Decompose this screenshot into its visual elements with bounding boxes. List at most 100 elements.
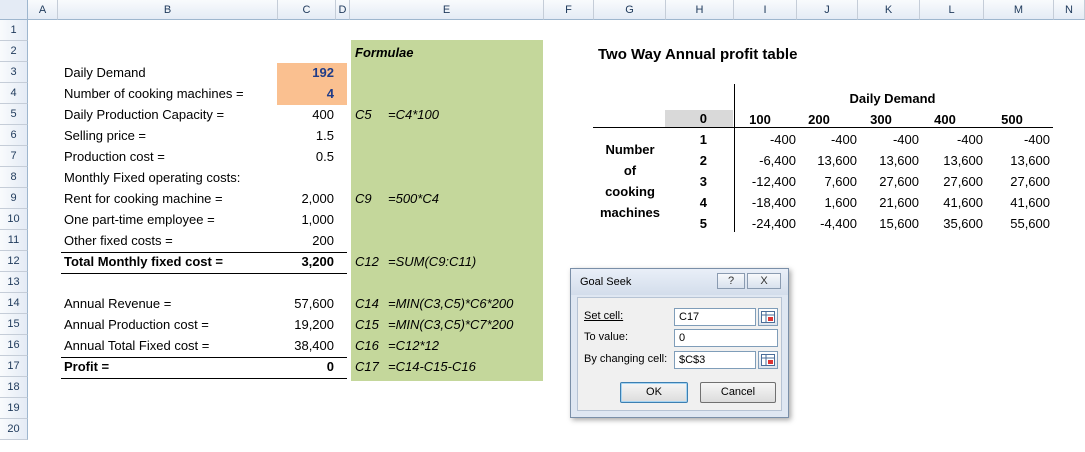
model-value[interactable]: 57,600	[278, 293, 334, 314]
row-header[interactable]: 16	[0, 335, 28, 356]
profit-cell[interactable]: 13,600	[990, 150, 1050, 171]
row-header[interactable]: 18	[0, 377, 28, 398]
column-header[interactable]: K	[858, 0, 920, 20]
row-header[interactable]: 17	[0, 356, 28, 377]
model-value[interactable]: 192	[278, 62, 334, 83]
help-button[interactable]: ?	[717, 273, 745, 289]
profit-cell[interactable]: -6,400	[736, 150, 796, 171]
row-header[interactable]: 2	[0, 41, 28, 62]
model-value[interactable]: 200	[278, 230, 334, 251]
model-value[interactable]: 400	[278, 104, 334, 125]
spreadsheet: ABCDEFGHIJKLMNO 123456789101112131415161…	[0, 0, 1085, 452]
model-value[interactable]: 19,200	[278, 314, 334, 335]
row-header[interactable]: 5	[0, 104, 28, 125]
profit-cell[interactable]: 21,600	[859, 192, 919, 213]
profit-cell[interactable]: 35,600	[923, 213, 983, 234]
dialog-titlebar[interactable]: Goal Seek ? X	[571, 269, 788, 295]
row-header[interactable]: 13	[0, 272, 28, 293]
column-header[interactable]: A	[28, 0, 58, 20]
row-header[interactable]: 7	[0, 146, 28, 167]
column-header[interactable]: D	[336, 0, 350, 20]
row-header[interactable]: 15	[0, 314, 28, 335]
profit-cell[interactable]: -400	[859, 129, 919, 150]
profit-cell[interactable]: 41,600	[990, 192, 1050, 213]
column-header[interactable]: L	[920, 0, 984, 20]
row-header[interactable]: 14	[0, 293, 28, 314]
profit-cell[interactable]: -4,400	[797, 213, 857, 234]
formula-text: =SUM(C9:C11)	[388, 254, 477, 269]
model-value[interactable]: 2,000	[278, 188, 334, 209]
column-header[interactable]: G	[594, 0, 666, 20]
model-value[interactable]: 4	[278, 83, 334, 104]
model-value[interactable]	[278, 167, 334, 188]
profit-cell[interactable]: 7,600	[797, 171, 857, 192]
model-value[interactable]: 0.5	[278, 146, 334, 167]
profit-cell[interactable]: -400	[990, 129, 1050, 150]
profit-cell[interactable]: 41,600	[923, 192, 983, 213]
model-label: Selling price =	[64, 128, 147, 143]
profit-cell[interactable]: 13,600	[859, 150, 919, 171]
formula-ref: C17	[355, 359, 379, 374]
model-label: Monthly Fixed operating costs:	[64, 170, 241, 185]
row-header[interactable]: 9	[0, 188, 28, 209]
ok-button[interactable]: OK	[620, 382, 688, 403]
column-header[interactable]: I	[734, 0, 797, 20]
formula-text: =MIN(C3,C5)*C7*200	[388, 317, 514, 332]
model-value[interactable]: 38,400	[278, 335, 334, 356]
model-label: Other fixed costs =	[64, 233, 173, 248]
profit-cell[interactable]: -24,400	[736, 213, 796, 234]
profit-cell[interactable]: 27,600	[990, 171, 1050, 192]
profit-cell[interactable]: -18,400	[736, 192, 796, 213]
dialog-title: Goal Seek	[580, 276, 632, 288]
profit-cell[interactable]: 15,600	[859, 213, 919, 234]
profit-cell[interactable]: 13,600	[923, 150, 983, 171]
row-header[interactable]: 19	[0, 398, 28, 419]
row-header[interactable]: 3	[0, 62, 28, 83]
model-value[interactable]: 1.5	[278, 125, 334, 146]
model-value[interactable]: 0	[278, 356, 334, 377]
column-header[interactable]: C	[278, 0, 336, 20]
set-cell-range-button[interactable]	[758, 308, 778, 326]
model-value[interactable]	[278, 272, 334, 293]
column-header[interactable]: J	[797, 0, 858, 20]
model-label: Production cost =	[64, 149, 165, 164]
profit-cell[interactable]: 27,600	[859, 171, 919, 192]
profit-cell[interactable]: -12,400	[736, 171, 796, 192]
changing-cell-input[interactable]: $C$3	[674, 351, 756, 369]
model-label: One part-time employee =	[64, 212, 215, 227]
select-all-corner[interactable]	[0, 0, 28, 20]
model-label: Annual Total Fixed cost =	[64, 338, 210, 353]
changing-cell-label: By changing cell:	[584, 353, 668, 365]
row-header[interactable]: 11	[0, 230, 28, 251]
column-header[interactable]: F	[544, 0, 594, 20]
profit-cell[interactable]: 27,600	[923, 171, 983, 192]
row-header[interactable]: 10	[0, 209, 28, 230]
column-header[interactable]: E	[350, 0, 544, 20]
row-header[interactable]: 8	[0, 167, 28, 188]
row-header[interactable]: 6	[0, 125, 28, 146]
row-header[interactable]: 4	[0, 83, 28, 104]
row-header[interactable]: 1	[0, 20, 28, 41]
to-value-input[interactable]: 0	[674, 329, 778, 347]
profit-cell[interactable]: 55,600	[990, 213, 1050, 234]
column-header[interactable]: B	[58, 0, 278, 20]
machine-label: 1	[699, 132, 707, 147]
changing-cell-range-button[interactable]	[758, 351, 778, 369]
profit-cell[interactable]: 13,600	[797, 150, 857, 171]
profit-cell[interactable]: -400	[923, 129, 983, 150]
formula-text: =C12*12	[388, 338, 439, 353]
model-value[interactable]: 1,000	[278, 209, 334, 230]
column-header[interactable]: H	[666, 0, 734, 20]
profit-cell[interactable]: 1,600	[797, 192, 857, 213]
model-value[interactable]: 3,200	[278, 251, 334, 272]
profit-cell[interactable]: -400	[797, 129, 857, 150]
row-header[interactable]: 20	[0, 419, 28, 440]
column-header[interactable]: M	[984, 0, 1054, 20]
close-button[interactable]: X	[747, 273, 781, 289]
column-header[interactable]: N	[1054, 0, 1085, 20]
table-corner-value: 0	[699, 111, 707, 126]
cancel-button[interactable]: Cancel	[700, 382, 776, 403]
row-header[interactable]: 12	[0, 251, 28, 272]
set-cell-input[interactable]: C17	[674, 308, 756, 326]
profit-cell[interactable]: -400	[736, 129, 796, 150]
